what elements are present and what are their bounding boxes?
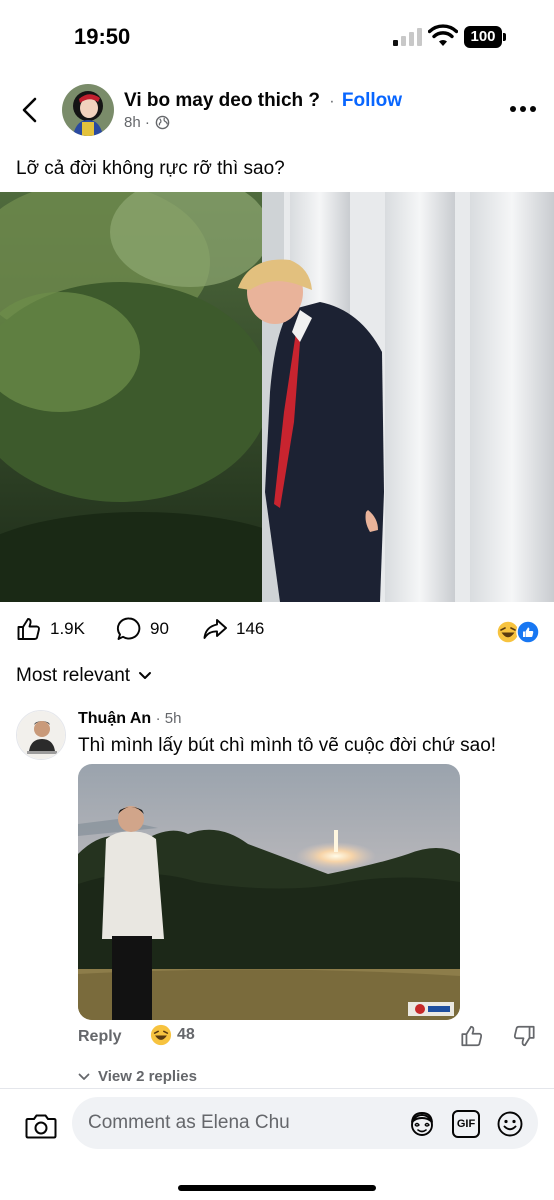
comment-photo[interactable] [78, 764, 460, 1020]
more-options-icon[interactable] [508, 102, 538, 116]
gif-button[interactable]: GIF [452, 1110, 480, 1138]
chevron-down-icon [139, 672, 152, 679]
thumbs-down-icon[interactable] [512, 1024, 536, 1048]
author-avatar[interactable] [62, 84, 114, 136]
sort-label: Most relevant [16, 665, 131, 686]
comment-reactions[interactable]: 48 [150, 1024, 195, 1046]
comment-header: Thuận An · 5h [78, 710, 181, 728]
view-replies-label: View 2 replies [98, 1068, 197, 1085]
post-photo[interactable] [0, 192, 554, 602]
comment-sort-dropdown[interactable]: Most relevant [16, 665, 152, 687]
status-time: 19:50 [74, 24, 131, 49]
share-count-button[interactable]: 146 [202, 616, 264, 642]
globe-icon [155, 115, 170, 130]
battery-icon: 100 [464, 26, 506, 48]
comment-reaction-count: 48 [177, 1026, 195, 1043]
commenter-avatar[interactable] [16, 710, 66, 760]
cellular-signal-icon [393, 28, 423, 46]
post-meta: 8h · [124, 114, 170, 131]
post-photo-illustration [0, 192, 554, 602]
reply-button[interactable]: Reply [78, 1028, 122, 1046]
thumbs-up-icon [17, 618, 40, 640]
comment-count: 90 [150, 619, 169, 638]
home-indicator [178, 1185, 376, 1191]
status-bar: 19:50 100 [0, 0, 554, 76]
comment-text: Thì mình lấy bút chì mình tô vẽ cuộc đời… [78, 735, 497, 756]
camera-icon[interactable] [24, 1109, 58, 1143]
back-arrow-icon[interactable] [14, 94, 46, 126]
like-count-button[interactable]: 1.9K [16, 616, 85, 642]
thumbs-up-icon[interactable] [460, 1024, 484, 1048]
comment-time: · 5h [155, 710, 182, 727]
battery-level: 100 [464, 26, 502, 48]
comment-bubble-icon [117, 617, 141, 640]
avatar-sticker-icon[interactable] [408, 1110, 436, 1138]
emoji-icon[interactable] [496, 1110, 524, 1138]
view-replies-button[interactable]: View 2 replies [78, 1068, 197, 1085]
comment-photo-illustration [78, 764, 460, 1020]
comment-count-button[interactable]: 90 [116, 616, 169, 642]
post-stats-row: 1.9K 90 146 [0, 612, 554, 650]
comment-composer-bar: GIF [0, 1088, 554, 1200]
author-line: Vi bo may deo thich ? · Follow [124, 90, 402, 112]
post-time: 8h · [124, 114, 150, 131]
reaction-summary[interactable] [496, 620, 542, 644]
haha-icon [150, 1024, 172, 1046]
wifi-icon [428, 24, 458, 46]
post-caption: Lỡ cả đời không rực rỡ thì sao? [16, 158, 285, 179]
comment-actions: Reply 48 [78, 1024, 548, 1052]
comment-author[interactable]: Thuận An [78, 710, 151, 727]
share-arrow-icon [203, 619, 227, 639]
separator-dot: · [329, 93, 335, 110]
comment-box: GIF [72, 1097, 538, 1149]
post-header: Vi bo may deo thich ? · Follow 8h · [0, 80, 554, 140]
haha-icon [496, 620, 520, 644]
chevron-down-icon [78, 1073, 90, 1080]
like-count: 1.9K [50, 619, 85, 638]
author-name[interactable]: Vi bo may deo thich ? [124, 90, 320, 111]
comment-input[interactable] [88, 1097, 388, 1149]
like-icon [516, 620, 540, 644]
follow-button[interactable]: Follow [342, 90, 402, 111]
share-count: 146 [236, 619, 265, 638]
